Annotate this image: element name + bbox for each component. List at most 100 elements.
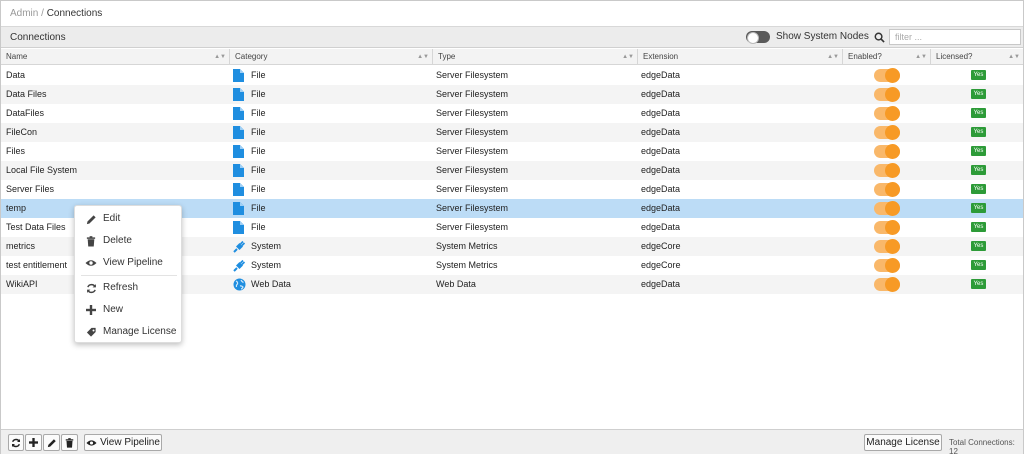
view-pipeline-button[interactable]: View Pipeline (84, 434, 162, 451)
row-type: Server Filesystem (436, 70, 509, 80)
manage-license-button[interactable]: Manage License (864, 434, 942, 451)
breadcrumb-current: Connections (46, 8, 103, 19)
row-category: File (251, 165, 266, 175)
enabled-toggle[interactable] (874, 125, 900, 140)
row-type: Server Filesystem (436, 165, 509, 175)
context-menu-refresh[interactable]: Refresh (75, 278, 181, 298)
row-extension: edgeData (641, 146, 681, 156)
enabled-toggle[interactable] (874, 144, 900, 159)
licensed-badge: Yes (971, 108, 986, 118)
context-menu-view-pipeline[interactable]: View Pipeline (75, 253, 181, 273)
row-category: File (251, 127, 266, 137)
enabled-toggle[interactable] (874, 68, 900, 83)
file-icon (233, 145, 244, 158)
row-extension: edgeData (641, 279, 681, 289)
plus-icon (29, 438, 38, 447)
eye-icon (86, 439, 97, 446)
row-extension: edgeCore (641, 260, 681, 270)
enabled-toggle[interactable] (874, 106, 900, 121)
table-row[interactable]: Data File Server Filesystem edgeData Yes (1, 66, 1023, 85)
sort-icon: ▲▼ (827, 54, 839, 60)
file-icon (233, 164, 244, 177)
refresh-button[interactable] (8, 434, 24, 451)
enabled-toggle[interactable] (874, 87, 900, 102)
enabled-toggle[interactable] (874, 239, 900, 254)
row-name: metrics (6, 241, 35, 251)
pencil-icon (47, 438, 56, 447)
new-button[interactable] (25, 434, 42, 451)
column-header-category[interactable]: Category ▲▼ (230, 49, 433, 65)
row-name: Server Files (6, 184, 55, 194)
context-menu-manage-license[interactable]: Manage License (75, 322, 181, 342)
enabled-toggle[interactable] (874, 163, 900, 178)
plug-icon (233, 259, 246, 272)
row-extension: edgeCore (641, 241, 681, 251)
table-row[interactable]: Files File Server Filesystem edgeData Yes (1, 142, 1023, 161)
licensed-badge: Yes (971, 241, 986, 251)
total-connections: Total Connections: 12 (949, 438, 1015, 454)
edit-button[interactable] (43, 434, 60, 451)
context-menu-divider (81, 275, 177, 276)
search-icon[interactable] (871, 29, 887, 45)
row-category: File (251, 184, 266, 194)
sort-icon: ▲▼ (915, 54, 927, 60)
file-icon (233, 69, 244, 82)
enabled-toggle[interactable] (874, 182, 900, 197)
breadcrumb-admin[interactable]: Admin (10, 8, 38, 19)
column-header-enabled[interactable]: Enabled? ▲▼ (843, 49, 931, 65)
pencil-icon (85, 213, 97, 225)
show-system-nodes-label: Show System Nodes (776, 31, 869, 42)
row-name: Data Files (6, 89, 47, 99)
column-header-type[interactable]: Type ▲▼ (433, 49, 638, 65)
row-type: Server Filesystem (436, 203, 509, 213)
delete-button[interactable] (61, 434, 78, 451)
licensed-badge: Yes (971, 260, 986, 270)
row-name: Test Data Files (6, 222, 66, 232)
table-row[interactable]: Local File System File Server Filesystem ed… (1, 161, 1023, 180)
row-name: Local File System (6, 165, 78, 175)
column-header-name[interactable]: Name ▲▼ (1, 49, 230, 65)
licensed-badge: Yes (971, 70, 986, 80)
row-name: FileCon (6, 127, 38, 137)
row-category: System (251, 260, 282, 270)
table-row[interactable]: FileCon File Server Filesystem edgeData Yes (1, 123, 1023, 142)
row-category: File (251, 222, 266, 232)
context-menu-new[interactable]: New (75, 300, 181, 320)
row-name: Files (6, 146, 26, 156)
panel-title: Connections (10, 32, 66, 43)
enabled-toggle[interactable] (874, 277, 900, 292)
row-name: WikiAPI (6, 279, 38, 289)
sort-icon: ▲▼ (417, 54, 429, 60)
file-icon (233, 107, 244, 120)
enabled-toggle[interactable] (874, 258, 900, 273)
enabled-toggle[interactable] (874, 220, 900, 235)
file-icon (233, 126, 244, 139)
breadcrumb: Admin / Connections (10, 8, 102, 19)
row-type: System Metrics (436, 241, 498, 251)
bottom-toolbar: View Pipeline Manage License Total Conne… (1, 429, 1023, 454)
row-type: Web Data (436, 279, 476, 289)
eye-icon (85, 257, 97, 269)
row-type: Server Filesystem (436, 222, 509, 232)
row-name: DataFiles (6, 108, 45, 118)
table-row[interactable]: Data Files File Server Filesystem edgeData Y… (1, 85, 1023, 104)
column-header-extension[interactable]: Extension ▲▼ (638, 49, 843, 65)
row-type: Server Filesystem (436, 108, 509, 118)
filter-input[interactable] (889, 29, 1021, 45)
licensed-badge: Yes (971, 165, 986, 175)
show-system-nodes-toggle[interactable] (746, 31, 770, 44)
table-row[interactable]: Server Files File Server Filesystem edgeDat… (1, 180, 1023, 199)
row-type: System Metrics (436, 260, 498, 270)
row-name: Data (6, 70, 26, 80)
trash-icon (65, 437, 74, 448)
enabled-toggle[interactable] (874, 201, 900, 216)
file-icon (233, 202, 244, 215)
table-row[interactable]: DataFiles File Server Filesystem edgeData Ye… (1, 104, 1023, 123)
column-header-licensed[interactable]: Licensed? ▲▼ (931, 49, 1023, 65)
row-category: File (251, 89, 266, 99)
context-menu-edit[interactable]: Edit (75, 209, 181, 229)
license-icon (85, 326, 97, 338)
context-menu-delete[interactable]: Delete (75, 231, 181, 251)
licensed-badge: Yes (971, 279, 986, 289)
licensed-badge: Yes (971, 184, 986, 194)
